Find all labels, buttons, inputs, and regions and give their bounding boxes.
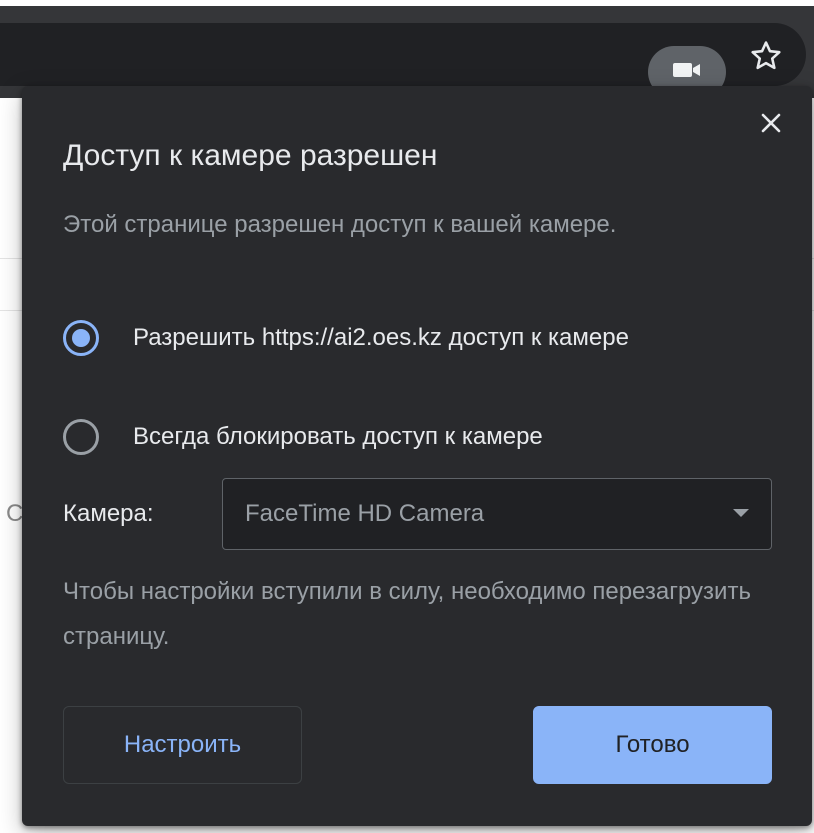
close-button[interactable]	[751, 105, 791, 145]
allow-camera-option[interactable]: Разрешить https://ai2.oes.kz доступ к ка…	[63, 320, 713, 356]
star-icon	[749, 39, 783, 78]
reload-note: Чтобы настройки вступили в силу, необход…	[63, 578, 751, 650]
browser-window: С Доступ к камере разрешен Этой странице…	[0, 0, 814, 833]
page-text-fragment: С	[6, 500, 24, 527]
close-icon	[760, 112, 782, 139]
bubble-description: Этой странице разрешен доступ к вашей ка…	[63, 211, 617, 238]
camera-select-value: FaceTime HD Camera	[245, 500, 485, 527]
caret-down-icon	[733, 509, 749, 517]
camera-select-label: Камера:	[63, 500, 154, 527]
camera-permission-bubble: Доступ к камере разрешен Этой странице р…	[22, 86, 812, 826]
allow-option-label: Разрешить https://ai2.oes.kz доступ к ка…	[133, 324, 629, 351]
allow-radio-button[interactable]	[63, 320, 99, 356]
video-camera-icon	[672, 60, 702, 85]
bubble-title: Доступ к камере разрешен	[63, 139, 438, 172]
bookmark-star-button[interactable]	[744, 36, 788, 80]
address-bar[interactable]	[0, 23, 806, 98]
camera-select[interactable]: FaceTime HD Camera	[222, 478, 772, 550]
browser-toolbar	[0, 6, 814, 98]
done-button[interactable]: Готово	[533, 706, 772, 784]
block-radio-button[interactable]	[63, 419, 99, 455]
block-option-label: Всегда блокировать доступ к камере	[133, 423, 543, 450]
block-camera-option[interactable]: Всегда блокировать доступ к камере	[63, 419, 713, 455]
radio-selected-dot	[72, 329, 90, 347]
configure-button[interactable]: Настроить	[63, 706, 302, 784]
